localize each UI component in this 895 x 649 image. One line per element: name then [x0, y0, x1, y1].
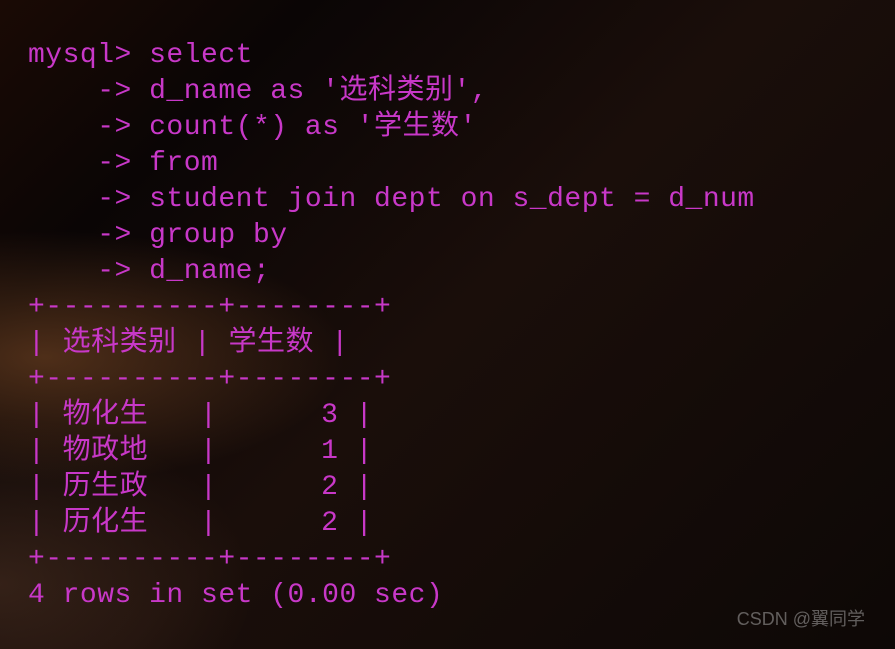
query-line: -> from	[28, 146, 895, 182]
table-border-top: +----------+--------+	[28, 290, 895, 326]
table-border-mid: +----------+--------+	[28, 362, 895, 398]
continuation-arrow: ->	[28, 184, 149, 215]
watermark: CSDN @翼同学	[737, 605, 865, 631]
table-border-bottom: +----------+--------+	[28, 542, 895, 578]
query-line: -> d_name;	[28, 254, 895, 290]
continuation-arrow: ->	[28, 148, 149, 179]
continuation-arrow: ->	[28, 256, 149, 287]
query-line: -> group by	[28, 218, 895, 254]
continuation-arrow: ->	[28, 220, 149, 251]
query-line: -> student join dept on s_dept = d_num	[28, 182, 895, 218]
table-row: | 物化生 | 3 |	[28, 398, 895, 434]
terminal-output: mysql> select -> d_name as '选科类别', -> co…	[28, 38, 895, 614]
table-row: | 历化生 | 2 |	[28, 506, 895, 542]
continuation-arrow: ->	[28, 112, 149, 143]
table-row: | 物政地 | 1 |	[28, 434, 895, 470]
mysql-prompt: mysql>	[28, 40, 149, 71]
continuation-arrow: ->	[28, 76, 149, 107]
query-line: mysql> select	[28, 38, 895, 74]
query-line: -> count(*) as '学生数'	[28, 110, 895, 146]
query-line: -> d_name as '选科类别',	[28, 74, 895, 110]
table-row: | 历生政 | 2 |	[28, 470, 895, 506]
table-header: | 选科类别 | 学生数 |	[28, 326, 895, 362]
